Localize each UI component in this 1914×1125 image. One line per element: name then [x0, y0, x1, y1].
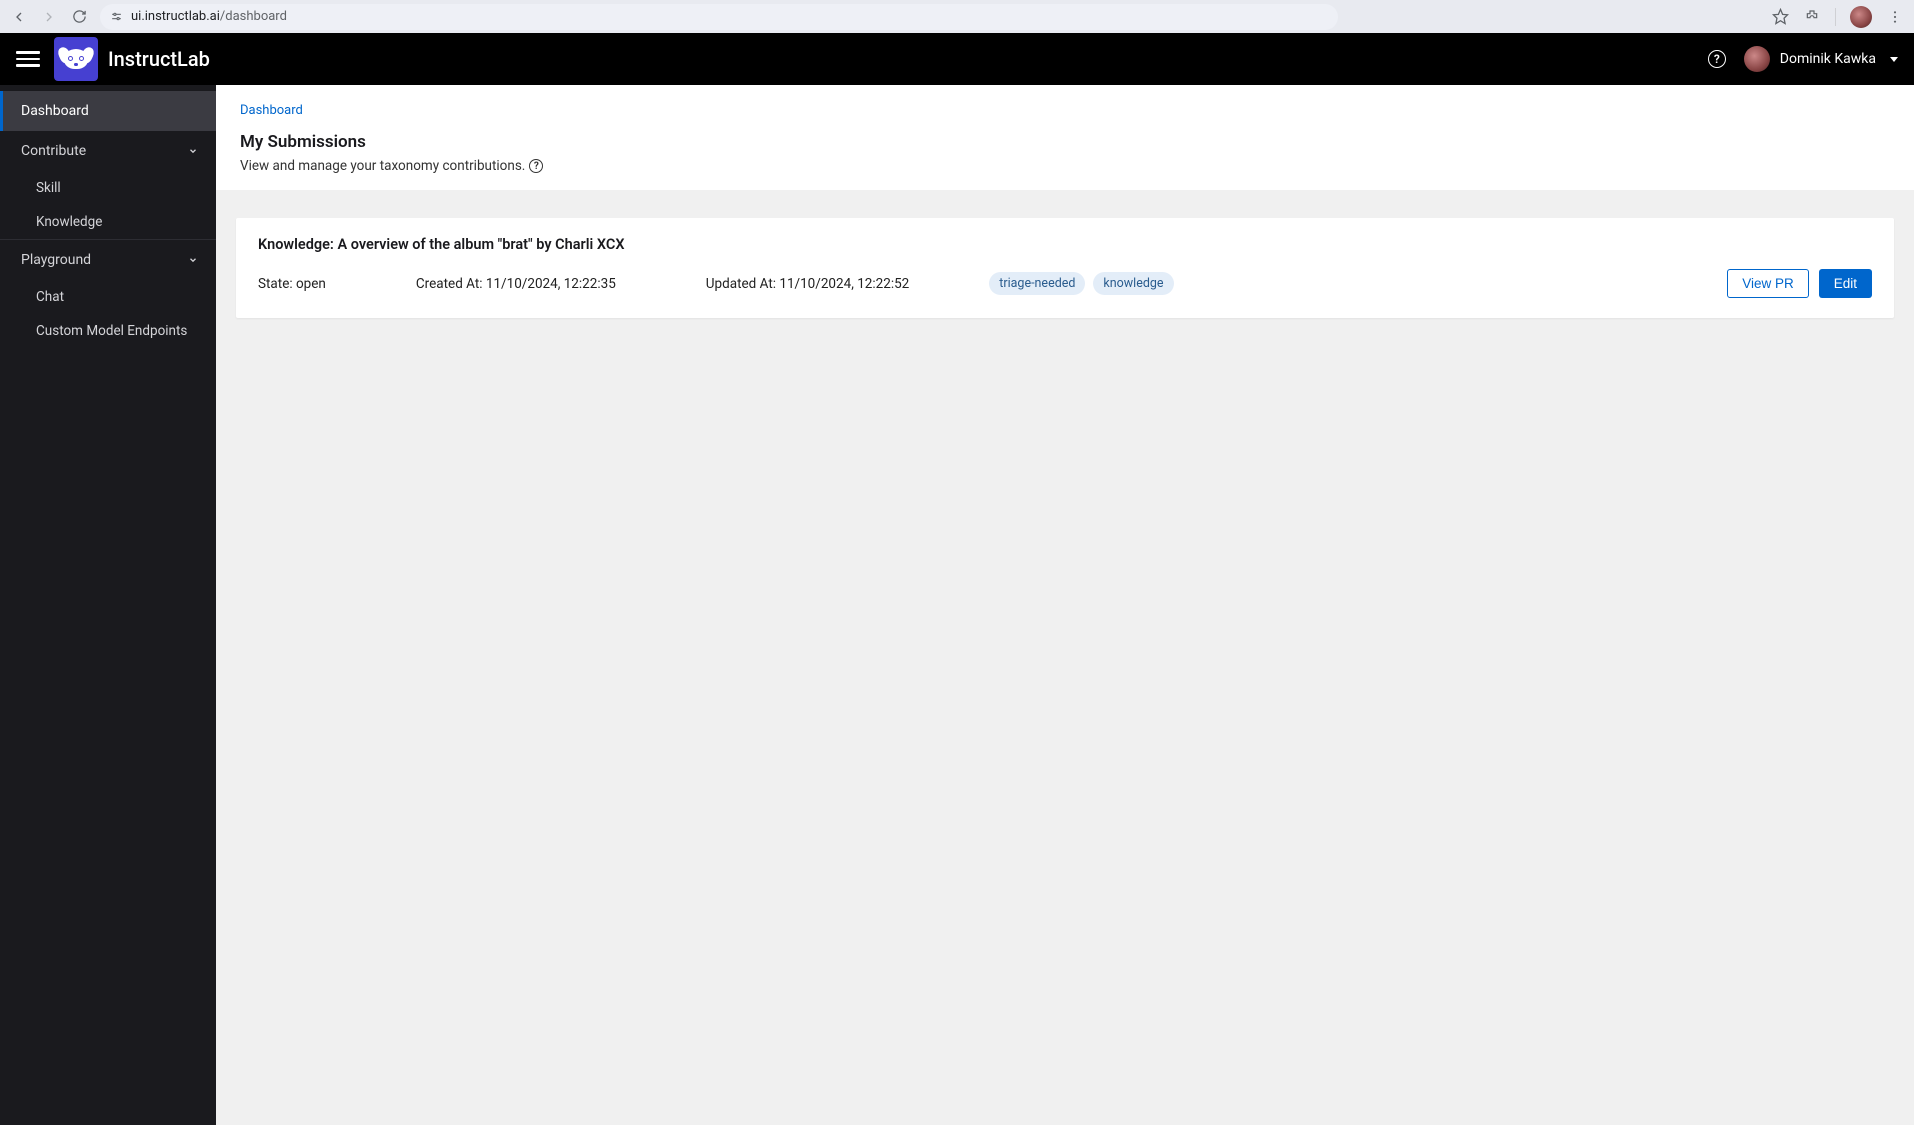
chrome-divider: [1835, 8, 1836, 26]
breadcrumb[interactable]: Dashboard: [240, 103, 1890, 118]
sidebar-item-label: Knowledge: [36, 214, 102, 230]
submission-title: Knowledge: A overview of the album "brat…: [258, 236, 1872, 253]
bookmark-star-icon[interactable]: [1771, 8, 1789, 26]
user-avatar: [1744, 46, 1770, 72]
page-description: View and manage your taxonomy contributi…: [240, 158, 1890, 174]
chevron-down-icon: [188, 255, 198, 265]
submission-actions: View PR Edit: [1727, 269, 1872, 298]
sidebar-item-contribute[interactable]: Contribute: [0, 131, 216, 171]
browser-reload-button[interactable]: [70, 8, 88, 26]
content-area: Knowledge: A overview of the album "brat…: [216, 190, 1914, 346]
sidebar-subitem-knowledge[interactable]: Knowledge: [0, 205, 216, 240]
breadcrumb-link[interactable]: Dashboard: [240, 103, 303, 118]
sidebar-item-playground[interactable]: Playground: [0, 240, 216, 280]
chrome-profile-avatar[interactable]: [1850, 6, 1872, 28]
app-logo[interactable]: [54, 37, 98, 81]
page-description-text: View and manage your taxonomy contributi…: [240, 158, 525, 174]
info-icon[interactable]: ?: [529, 159, 543, 173]
view-pr-button[interactable]: View PR: [1727, 269, 1809, 298]
chevron-down-icon: [188, 146, 198, 156]
edit-button[interactable]: Edit: [1819, 269, 1872, 298]
sidebar-item-label: Contribute: [21, 143, 86, 159]
tag-knowledge: knowledge: [1093, 272, 1173, 295]
user-name: Dominik Kawka: [1780, 51, 1876, 67]
url-path: /dashboard: [220, 9, 287, 24]
dog-logo-icon: [61, 47, 91, 71]
site-settings-icon[interactable]: [110, 10, 123, 23]
sidebar-item-label: Playground: [21, 252, 91, 268]
browser-chrome: ui.instructlab.ai/dashboard: [0, 0, 1914, 33]
sidebar: Dashboard Contribute Skill Knowledge Pla…: [0, 85, 216, 1125]
sidebar-item-label: Custom Model Endpoints: [36, 323, 187, 339]
browser-url-bar[interactable]: ui.instructlab.ai/dashboard: [100, 4, 1338, 30]
submission-tags: triage-needed knowledge: [989, 272, 1173, 295]
menu-toggle-button[interactable]: [16, 47, 40, 71]
url-domain: ui.instructlab.ai: [131, 9, 220, 24]
app-header: InstructLab ? Dominik Kawka: [0, 33, 1914, 85]
sidebar-subitem-custom-model-endpoints[interactable]: Custom Model Endpoints: [0, 314, 216, 348]
sidebar-subitem-chat[interactable]: Chat: [0, 280, 216, 314]
help-icon[interactable]: ?: [1708, 50, 1726, 68]
browser-forward-button[interactable]: [40, 8, 58, 26]
user-menu[interactable]: Dominik Kawka: [1744, 46, 1898, 72]
sidebar-item-dashboard[interactable]: Dashboard: [0, 91, 216, 131]
submission-card: Knowledge: A overview of the album "brat…: [236, 218, 1894, 318]
main-content: Dashboard My Submissions View and manage…: [216, 85, 1914, 1125]
page-header: Dashboard My Submissions View and manage…: [216, 85, 1914, 190]
app-title: InstructLab: [108, 47, 210, 71]
chevron-down-icon: [1890, 57, 1898, 62]
submission-details-row: State: open Created At: 11/10/2024, 12:2…: [258, 269, 1872, 298]
sidebar-subitem-skill[interactable]: Skill: [0, 171, 216, 205]
sidebar-item-label: Skill: [36, 180, 61, 196]
tag-triage-needed: triage-needed: [989, 272, 1085, 295]
browser-back-button[interactable]: [10, 8, 28, 26]
sidebar-item-label: Chat: [36, 289, 64, 305]
submission-state: State: open: [258, 276, 326, 292]
submission-created: Created At: 11/10/2024, 12:22:35: [416, 276, 616, 292]
sidebar-item-label: Dashboard: [21, 103, 89, 119]
submission-updated: Updated At: 11/10/2024, 12:22:52: [706, 276, 909, 292]
chrome-menu-icon[interactable]: [1886, 8, 1904, 26]
page-title: My Submissions: [240, 132, 1890, 152]
extensions-icon[interactable]: [1803, 8, 1821, 26]
